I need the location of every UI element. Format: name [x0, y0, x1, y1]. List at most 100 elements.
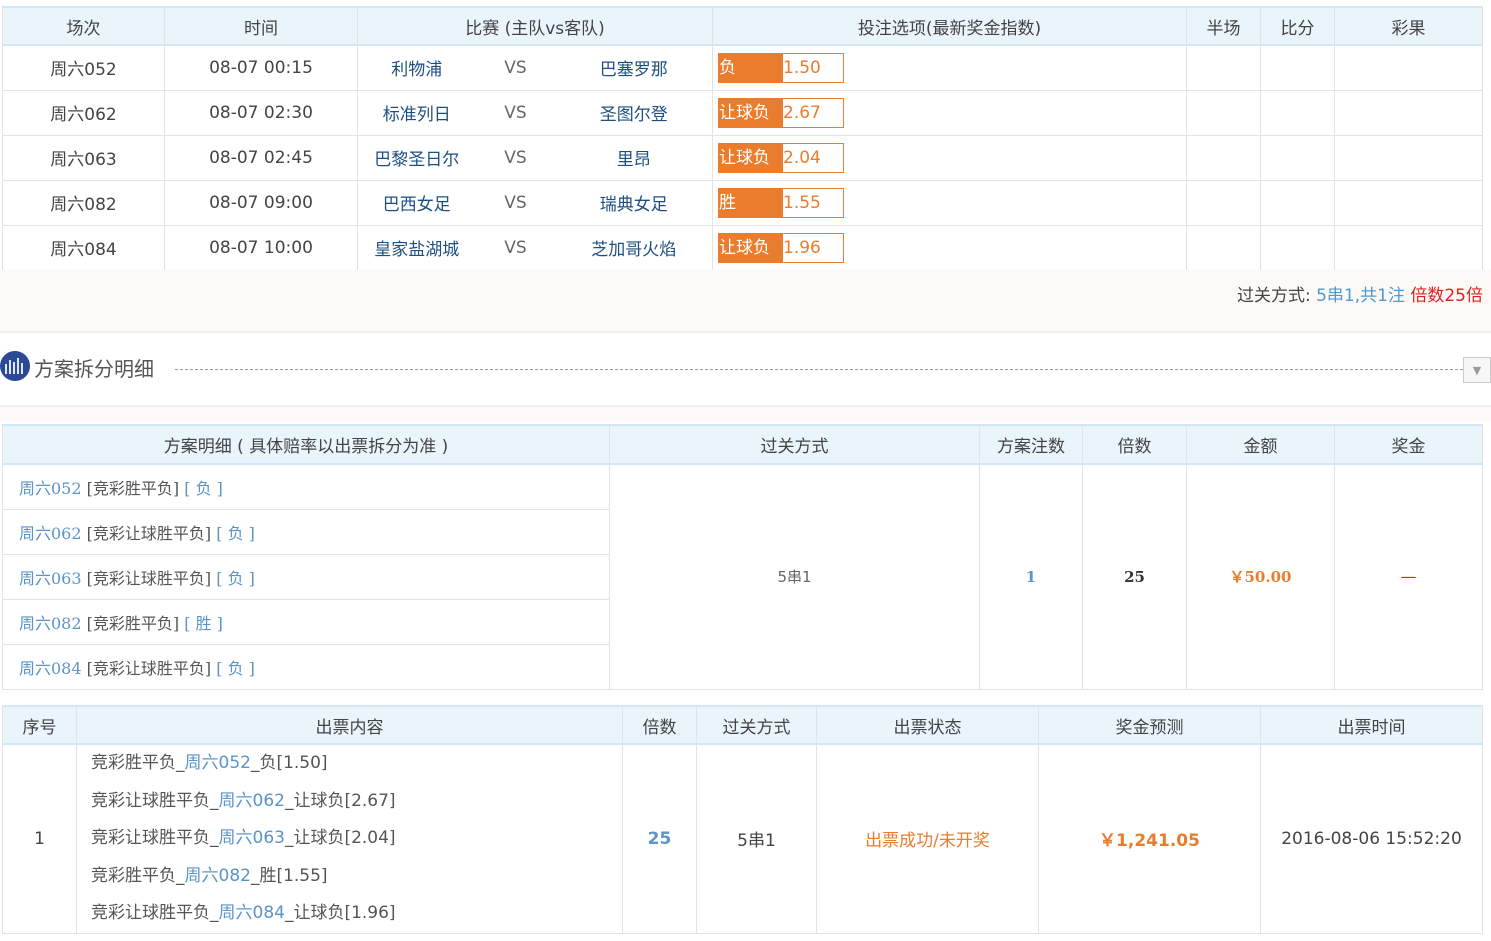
ticket-time: 2016-08-06 15:52:20 — [1261, 744, 1483, 933]
section-header: 方案拆分明细 ▼ — [0, 335, 1491, 405]
away-team[interactable]: 巴塞罗那 — [556, 45, 713, 90]
pick: _让球负[2.04] — [285, 828, 396, 848]
ticket-line: 竞彩胜平负_周六052_负[1.50] — [77, 745, 622, 783]
vs-label: VS — [476, 225, 556, 270]
bet-option-label: 负 — [719, 54, 783, 82]
bet-option: 让球负2.67 — [718, 98, 844, 128]
result — [1335, 135, 1483, 180]
col-result: 彩果 — [1335, 7, 1483, 45]
ticket-line: 竞彩让球胜平负_周六062_让球负[2.67] — [77, 783, 622, 821]
plan-detail: 周六063 [竞彩让球胜平负] [ 负 ] — [3, 554, 610, 599]
col-time: 时间 — [165, 7, 358, 45]
result — [1335, 90, 1483, 135]
score — [1261, 135, 1335, 180]
match-no: 周六082 — [3, 180, 165, 225]
table-row: 周六052 08-07 00:15 利物浦 VS 巴塞罗那 负1.50 — [3, 45, 1483, 90]
col-prize: 奖金 — [1335, 425, 1483, 464]
match-link[interactable]: 周六084 — [219, 903, 285, 923]
section-title: 方案拆分明细 — [34, 353, 154, 382]
bet-option-label: 让球负 — [719, 99, 783, 127]
match-time: 08-07 02:30 — [165, 90, 358, 135]
pick: [ 胜 ] — [184, 614, 223, 633]
match-time: 08-07 10:00 — [165, 225, 358, 270]
pick: [ 负 ] — [216, 569, 255, 588]
table-row: 周六062 08-07 02:30 标准列日 VS 圣图尔登 让球负2.67 — [3, 90, 1483, 135]
bet-option: 让球负1.96 — [718, 233, 844, 263]
bet-option-cell: 让球负2.04 — [713, 135, 1187, 180]
result — [1335, 180, 1483, 225]
plan-detail: 周六082 [竞彩胜平负] [ 胜 ] — [3, 599, 610, 644]
play-type: 竞彩胜平负_ — [91, 753, 185, 773]
ticket-line: 竞彩胜平负_周六082_胜[1.55] — [77, 858, 622, 896]
col-prize-forecast: 奖金预测 — [1039, 706, 1261, 744]
bet-odds: 1.96 — [783, 234, 843, 262]
match-link[interactable]: 周六063 — [219, 828, 285, 848]
play-type: 竞彩胜平负_ — [91, 866, 185, 886]
match-link[interactable]: 周六082 — [19, 614, 82, 633]
plan-table: 方案明细 ( 具体赔率以出票拆分为准 ) 过关方式 方案注数 倍数 金额 奖金 … — [2, 424, 1483, 690]
score — [1261, 180, 1335, 225]
bet-option-label: 让球负 — [719, 144, 783, 172]
col-match-no: 场次 — [3, 7, 165, 45]
away-team[interactable]: 瑞典女足 — [556, 180, 713, 225]
match-no: 周六084 — [3, 225, 165, 270]
col-pass: 过关方式 — [610, 425, 980, 464]
table-row: 周六082 08-07 09:00 巴西女足 VS 瑞典女足 胜1.55 — [3, 180, 1483, 225]
table-row: 周六063 08-07 02:45 巴黎圣日尔 VS 里昂 让球负2.04 — [3, 135, 1483, 180]
bet-option-cell: 让球负1.96 — [713, 225, 1187, 270]
pick: _让球负[1.96] — [285, 903, 396, 923]
match-time: 08-07 09:00 — [165, 180, 358, 225]
bet-option: 负1.50 — [718, 53, 844, 83]
col-match: 比赛 (主队vs客队) — [358, 7, 713, 45]
play-type: 竞彩让球胜平负_ — [91, 828, 219, 848]
bet-option-cell: 胜1.55 — [713, 180, 1187, 225]
ticket-no: 1 — [3, 744, 77, 933]
pick: [ 负 ] — [184, 479, 223, 498]
away-team[interactable]: 圣图尔登 — [556, 90, 713, 135]
match-link[interactable]: 周六063 — [19, 569, 82, 588]
pick: [ 负 ] — [216, 524, 255, 543]
match-link[interactable]: 周六082 — [185, 866, 251, 886]
table-row: 周六084 08-07 10:00 皇家盐湖城 VS 芝加哥火焰 让球负1.96 — [3, 225, 1483, 270]
half-time — [1187, 225, 1261, 270]
away-team[interactable]: 里昂 — [556, 135, 713, 180]
match-link[interactable]: 周六062 — [219, 791, 285, 811]
home-team[interactable]: 巴西女足 — [358, 180, 476, 225]
home-team[interactable]: 利物浦 — [358, 45, 476, 90]
home-team[interactable]: 巴黎圣日尔 — [358, 135, 476, 180]
play-type: [竞彩胜平负] — [87, 614, 180, 633]
match-link[interactable]: 周六062 — [19, 524, 82, 543]
col-multiple: 倍数 — [1083, 425, 1187, 464]
pass-summary: 过关方式: 5串1,共1注 倍数25倍 — [0, 270, 1491, 333]
match-link[interactable]: 周六052 — [19, 479, 82, 498]
col-pass: 过关方式 — [697, 706, 817, 744]
play-type: [竞彩让球胜平负] — [87, 524, 212, 543]
plan-detail: 周六062 [竞彩让球胜平负] [ 负 ] — [3, 509, 610, 554]
summary-multiple: 倍数25倍 — [1410, 286, 1483, 306]
col-score: 比分 — [1261, 7, 1335, 45]
ticket-pass: 5串1 — [697, 744, 817, 933]
match-no: 周六062 — [3, 90, 165, 135]
match-link[interactable]: 周六052 — [185, 753, 251, 773]
bet-odds: 2.67 — [783, 99, 843, 127]
col-half: 半场 — [1187, 7, 1261, 45]
bet-option: 让球负2.04 — [718, 143, 844, 173]
summary-label: 过关方式: — [1237, 286, 1311, 306]
home-team[interactable]: 标准列日 — [358, 90, 476, 135]
collapse-toggle[interactable]: ▼ — [1463, 357, 1491, 383]
plan-pass: 5串1 — [610, 464, 980, 689]
prize-forecast: ￥1,241.05 — [1039, 744, 1261, 933]
play-type: [竞彩让球胜平负] — [87, 569, 212, 588]
col-status: 出票状态 — [817, 706, 1039, 744]
match-link[interactable]: 周六084 — [19, 659, 82, 678]
bet-option: 胜1.55 — [718, 188, 844, 218]
score — [1261, 90, 1335, 135]
play-type: [竞彩胜平负] — [87, 479, 180, 498]
col-bets: 方案注数 — [980, 425, 1083, 464]
half-time — [1187, 180, 1261, 225]
match-no: 周六052 — [3, 45, 165, 90]
ticket-status: 出票成功/未开奖 — [817, 744, 1039, 933]
home-team[interactable]: 皇家盐湖城 — [358, 225, 476, 270]
away-team[interactable]: 芝加哥火焰 — [556, 225, 713, 270]
ticket-content: 竞彩胜平负_周六052_负[1.50] 竞彩让球胜平负_周六062_让球负[2.… — [77, 744, 623, 933]
